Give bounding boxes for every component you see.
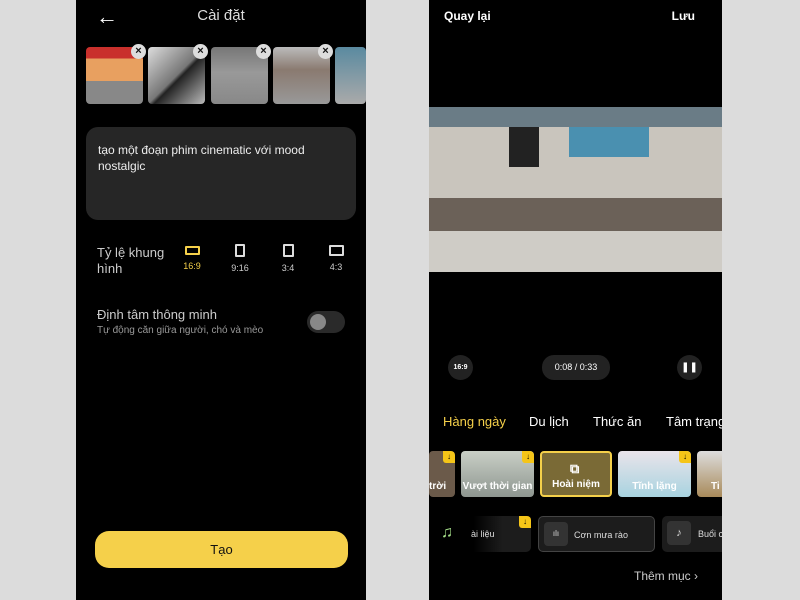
pause-icon[interactable]: ❚❚	[677, 355, 702, 380]
page-title: Cài đặt	[197, 7, 245, 24]
music-item-selected[interactable]: ılı Cơn mưa rào	[538, 516, 655, 552]
tab-thuc-an[interactable]: Thức ăn	[593, 414, 641, 429]
ratio-shape-icon	[235, 244, 245, 257]
download-icon: ↓	[522, 451, 534, 463]
more-label: Thêm mục	[634, 569, 691, 583]
download-icon: ↓	[443, 451, 455, 463]
tab-du-lich[interactable]: Du lịch	[529, 414, 569, 429]
video-billboard	[509, 127, 539, 167]
ratio-label: 3:4	[281, 263, 295, 273]
ratio-shape-icon	[328, 245, 344, 256]
edit-icon: ⧉	[570, 461, 580, 476]
save-button[interactable]: Lưu	[672, 9, 695, 23]
music-note-icon[interactable]: ♫	[441, 524, 453, 542]
smart-center-toggle[interactable]	[307, 311, 345, 333]
download-icon: ↓	[519, 516, 531, 528]
smart-center-title: Định tâm thông minh	[97, 307, 217, 322]
tab-tam-trang[interactable]: Tâm trạng	[666, 414, 722, 429]
tab-hang-ngay[interactable]: Hàng ngày	[443, 414, 506, 429]
more-items-link[interactable]: Thêm mục ›	[634, 569, 698, 583]
remove-photo-icon[interactable]: ×	[131, 44, 146, 59]
playback-time: 0:08 / 0:33	[542, 355, 610, 380]
equalizer-icon: ılı	[544, 522, 568, 546]
chevron-right-icon: ›	[694, 569, 699, 583]
ratio-16-9[interactable]: 16:9	[177, 244, 207, 271]
style-label: Ti	[711, 481, 720, 492]
video-billboard	[569, 127, 649, 157]
ratio-3-4[interactable]: 3:4	[273, 244, 303, 273]
settings-screen: ← Cài đặt × × × × tạo một đoạn phim cine…	[76, 0, 366, 600]
ratio-label: 9:16	[231, 263, 249, 273]
smart-center-subtitle: Tự động căn giữa người, chó và mèo	[97, 325, 264, 336]
ratio-9-16[interactable]: 9:16	[225, 244, 255, 273]
music-label: Buổi c	[698, 529, 722, 539]
style-label: trời	[429, 481, 447, 492]
ratio-label: 4:3	[329, 262, 343, 272]
style-card[interactable]: ↓ Tĩnh lặng	[618, 451, 691, 497]
ratio-label: 16:9	[183, 261, 201, 271]
style-label: Vượt thời gian	[462, 481, 533, 492]
photo-thumbnail[interactable]	[335, 47, 366, 104]
music-label: Cơn mưa rào	[574, 530, 628, 540]
music-note-icon: ♪	[667, 521, 691, 545]
toggle-knob	[310, 314, 326, 330]
remove-photo-icon[interactable]: ×	[318, 44, 333, 59]
style-card[interactable]: Ti	[697, 451, 722, 497]
back-button[interactable]: Quay lại	[444, 9, 491, 23]
ratio-shape-icon	[282, 244, 294, 257]
aspect-ratio-label: Tỷ lệ khung hình	[97, 245, 165, 276]
remove-photo-icon[interactable]: ×	[256, 44, 271, 59]
music-item[interactable]: ↓ ài liệu	[459, 516, 531, 552]
ratio-4-3[interactable]: 4:3	[321, 244, 351, 272]
style-label: Tĩnh lặng	[632, 481, 677, 492]
video-preview[interactable]	[429, 107, 722, 272]
create-button[interactable]: Tạo	[95, 531, 348, 568]
preview-screen: Quay lại Lưu 16:9 0:08 / 0:33 ❚❚ Hàng ng…	[429, 0, 722, 600]
music-label: ài liệu	[471, 529, 495, 539]
ratio-shape-icon	[184, 246, 200, 255]
style-label: Hoài niệm	[552, 479, 600, 490]
style-card-selected[interactable]: ⧉ Hoài niệm	[540, 451, 612, 497]
style-card[interactable]: ↓ Vượt thời gian	[461, 451, 534, 497]
style-card[interactable]: ↓ trời	[429, 451, 455, 497]
download-icon: ↓	[679, 451, 691, 463]
ratio-badge[interactable]: 16:9	[448, 355, 473, 380]
prompt-input[interactable]: tạo một đoạn phim cinematic với mood nos…	[86, 127, 356, 220]
remove-photo-icon[interactable]: ×	[193, 44, 208, 59]
music-item[interactable]: ♪ Buổi c	[662, 516, 722, 552]
